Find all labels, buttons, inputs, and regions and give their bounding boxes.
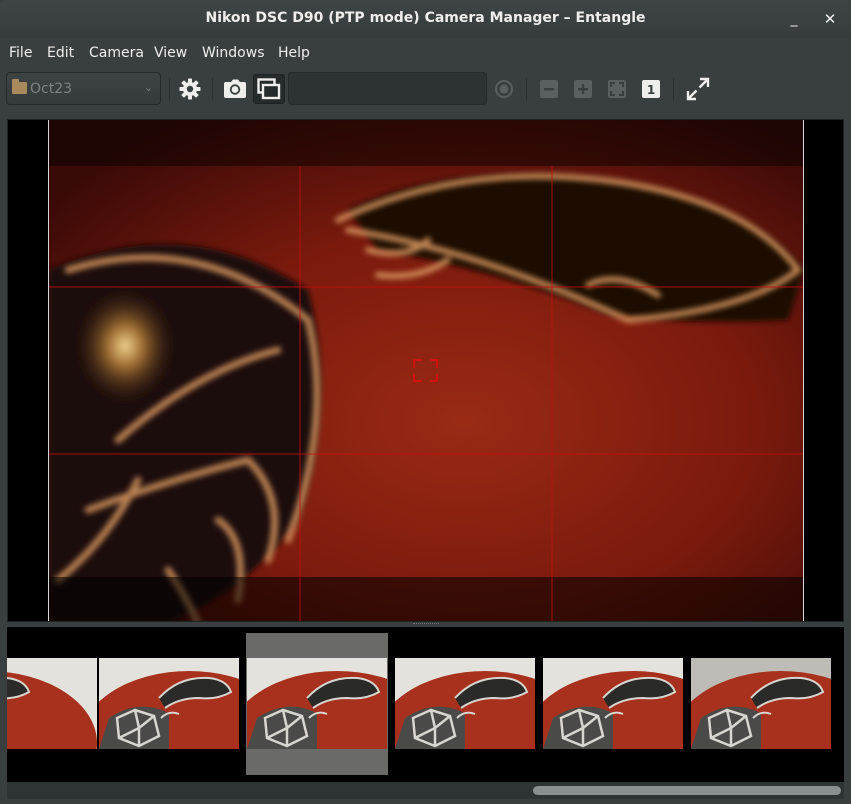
filmstrip-thumbnail[interactable] [543,658,683,749]
window-title: Nikon DSC D90 (PTP mode) Camera Manager … [205,10,646,26]
menu-bar: File Edit Camera View Windows Help [0,38,851,68]
filmstrip[interactable] [7,627,844,782]
folder-icon [12,79,27,94]
scrollbar-thumb[interactable] [533,786,841,795]
preview-image[interactable] [48,120,804,621]
record-icon [495,80,513,98]
frame-border-left [48,120,49,621]
minimize-button[interactable]: _ [784,9,804,29]
filmstrip-thumbnail[interactable] [395,658,535,749]
thumbnail-image [543,658,683,749]
zoom-out-button[interactable] [533,74,565,104]
frame-border-right [803,120,804,621]
menu-camera[interactable]: Camera [89,45,144,61]
zoom-out-icon [540,80,558,98]
settings-button[interactable] [174,74,206,104]
filmstrip-thumbnail[interactable] [7,658,97,749]
session-selector-value: Oct23 [30,81,73,97]
zoom-in-button[interactable] [567,74,599,104]
filmstrip-thumbnail[interactable] [99,658,239,749]
app-window: Nikon DSC D90 (PTP mode) Camera Manager … [0,0,851,804]
zoom-100-button[interactable]: 1 [635,74,667,104]
zoom-fit-button[interactable] [601,74,633,104]
status-field[interactable] [288,72,487,105]
menu-windows[interactable]: Windows [202,45,265,61]
pane-resize-handle[interactable] [413,623,439,626]
filmstrip-thumbnail[interactable] [247,658,387,749]
zoom-fit-icon [608,80,626,98]
menu-help[interactable]: Help [278,45,310,61]
fullscreen-button[interactable] [682,74,714,104]
toolbar-separator [673,78,674,100]
capture-button[interactable] [219,74,251,104]
close-button[interactable]: ✕ [820,9,840,29]
filmstrip-thumbnail[interactable] [691,658,831,749]
toolbar-separator [169,78,170,100]
camera-icon [224,79,246,98]
thumbnail-image [247,658,387,749]
live-preview[interactable] [7,119,844,622]
thumbnail-image [395,658,535,749]
gear-icon [179,78,201,100]
zoom-100-icon: 1 [642,80,660,98]
session-selector[interactable]: Oct23 ⌄ [6,72,161,105]
thumbnail-image [691,658,831,749]
zoom-in-icon [574,80,592,98]
filmstrip-scrollbar[interactable] [7,782,844,799]
cancel-button[interactable] [488,74,520,104]
toolbar-separator [212,78,213,100]
menu-edit[interactable]: Edit [47,45,74,61]
title-bar[interactable]: Nikon DSC D90 (PTP mode) Camera Manager … [0,0,851,38]
preview-icon [257,78,281,100]
preview-button[interactable] [253,74,285,104]
chevron-down-icon: ⌄ [143,81,153,94]
thumbnail-image [7,658,97,749]
fullscreen-icon [686,77,710,101]
thumbnail-image [99,658,239,749]
menu-file[interactable]: File [9,45,32,61]
toolbar: Oct23 ⌄ 1 [0,68,851,112]
menu-view[interactable]: View [154,45,187,61]
toolbar-separator [526,78,527,100]
svg-text:1: 1 [647,83,655,97]
